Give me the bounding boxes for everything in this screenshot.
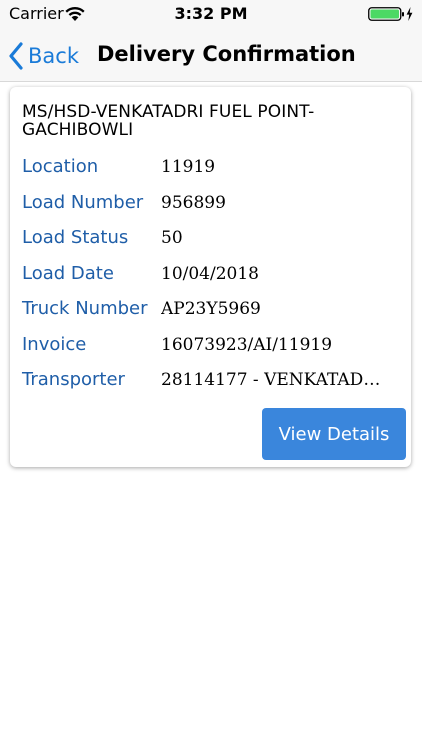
load-number-value: 956899 [161, 193, 226, 213]
detail-row-load-number: Load Number 956899 [22, 192, 402, 220]
invoice-label: Invoice [22, 334, 87, 355]
status-time: 3:32 PM [174, 4, 248, 23]
load-date-label: Load Date [22, 263, 114, 284]
location-value: 11919 [161, 157, 216, 177]
status-bar: Carrier 3:32 PM [0, 0, 422, 30]
detail-row-load-date: Load Date 10/04/2018 [22, 263, 402, 291]
detail-row-truck-number: Truck Number AP23Y5969 [22, 298, 402, 326]
page-title: Delivery Confirmation [97, 42, 356, 66]
invoice-value: 16073923/AI/11919 [161, 335, 333, 355]
location-label: Location [22, 156, 99, 177]
load-number-label: Load Number [22, 192, 144, 213]
load-status-value: 50 [161, 228, 183, 248]
back-label: Back [28, 44, 79, 68]
navigation-bar: Back Delivery Confirmation [0, 30, 422, 82]
load-date-value: 10/04/2018 [161, 264, 259, 284]
delivery-card: MS/HSD-VENKATADRI FUEL POINT-GACHIBOWLI … [10, 87, 411, 467]
transporter-label: Transporter [22, 369, 125, 390]
detail-row-transporter: Transporter 28114177 - VENKATAD… [22, 369, 402, 397]
card-title: MS/HSD-VENKATADRI FUEL POINT-GACHIBOWLI [22, 102, 315, 140]
charging-bolt-icon [406, 7, 413, 21]
truck-number-value: AP23Y5969 [161, 299, 261, 319]
transporter-value: 28114177 - VENKATAD… [161, 370, 381, 390]
battery-icon [368, 5, 414, 28]
view-details-button[interactable]: View Details [262, 408, 406, 460]
load-status-label: Load Status [22, 227, 129, 248]
detail-row-location: Location 11919 [22, 156, 402, 184]
chevron-left-icon [8, 42, 24, 70]
detail-row-invoice: Invoice 16073923/AI/11919 [22, 334, 402, 362]
back-button[interactable]: Back [8, 38, 79, 74]
detail-row-load-status: Load Status 50 [22, 227, 402, 255]
truck-number-label: Truck Number [22, 298, 148, 319]
